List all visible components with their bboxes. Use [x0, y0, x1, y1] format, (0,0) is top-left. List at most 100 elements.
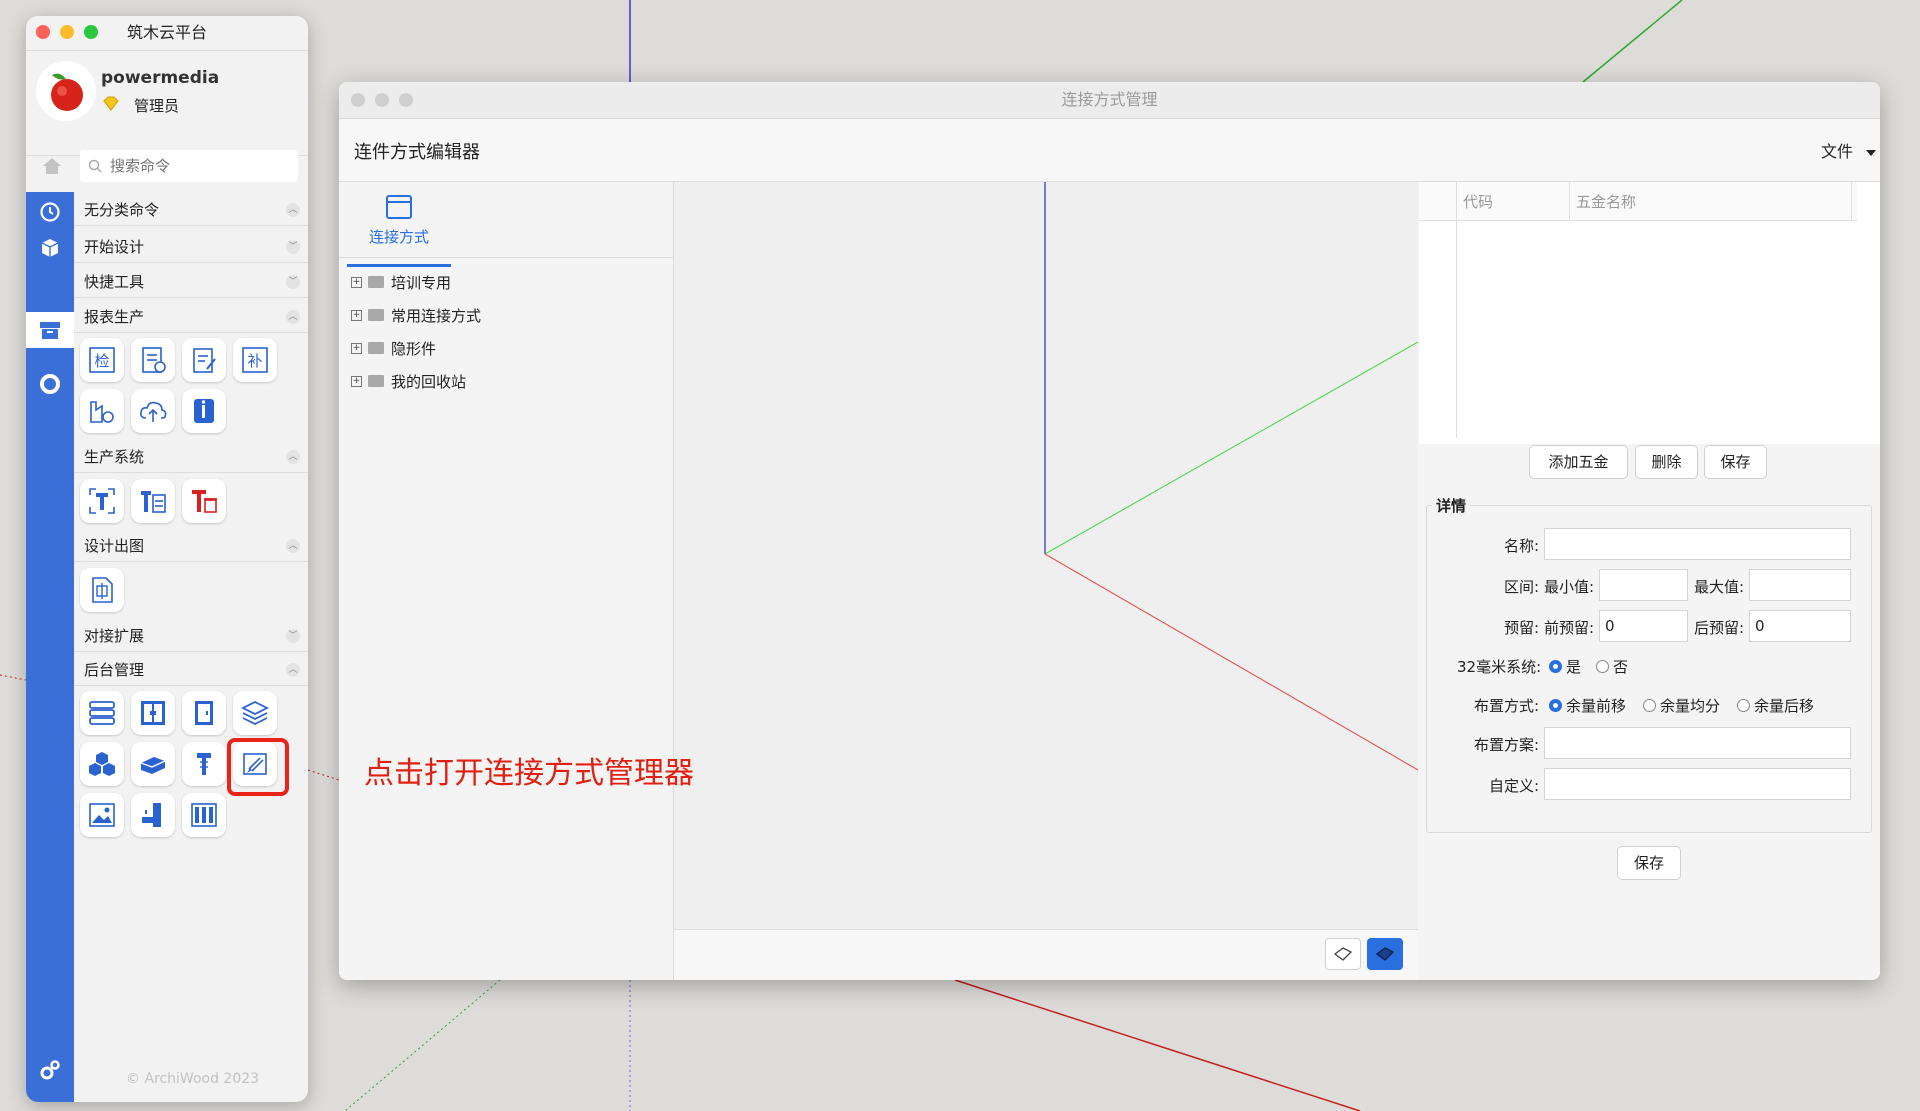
system32-yes-radio[interactable]: 是	[1549, 656, 1581, 677]
range-label: 区间:	[1504, 578, 1540, 596]
chevron-down-icon: ﹀	[286, 275, 300, 289]
section-quick-tools[interactable]: 快捷工具 ﹀	[74, 266, 308, 298]
chevron-down-icon: ﹀	[286, 629, 300, 643]
single-door-tool-button[interactable]	[182, 691, 226, 735]
avatar[interactable]	[36, 61, 96, 121]
section-start-design[interactable]: 开始设计 ﹀	[74, 231, 308, 263]
report-edit-tool-button[interactable]	[182, 338, 226, 382]
section-backend-admin[interactable]: 后台管理 ︿	[74, 654, 308, 686]
image-tool-button[interactable]	[80, 793, 124, 837]
bookshelf-tool-button[interactable]	[182, 793, 226, 837]
search-icon	[88, 159, 102, 173]
drawer-stack-tool-button[interactable]	[80, 691, 124, 735]
save-details-button[interactable]: 保存	[1617, 846, 1681, 880]
system32-label: 32毫米系统:	[1457, 658, 1542, 676]
expand-icon[interactable]: +	[351, 342, 362, 354]
viewport-axes	[1044, 182, 1419, 771]
layout-option-front-radio[interactable]: 余量前移	[1549, 695, 1626, 716]
caret-down-icon	[1866, 149, 1877, 156]
section-integration[interactable]: 对接扩展 ﹀	[74, 620, 308, 652]
expand-icon[interactable]: +	[351, 276, 362, 288]
folder-icon	[368, 276, 384, 288]
back-reserve-label: 后预留:	[1694, 619, 1745, 637]
file-menu[interactable]: 文件	[1821, 138, 1877, 162]
back-reserve-input[interactable]: 0	[1749, 610, 1851, 642]
cloud-upload-tool-button[interactable]	[131, 389, 175, 433]
layers-tool-button[interactable]	[233, 691, 277, 735]
name-input[interactable]	[1544, 528, 1851, 560]
expand-icon[interactable]: +	[351, 309, 362, 321]
search-box[interactable]	[80, 150, 298, 182]
apple-icon	[51, 73, 83, 111]
front-reserve-label: 前预留:	[1544, 619, 1595, 637]
tree-item[interactable]: + 培训专用	[351, 270, 451, 294]
save-hardware-button[interactable]: 保存	[1704, 445, 1767, 479]
settings-gears-icon[interactable]	[26, 1052, 74, 1088]
screw-delete-tool-button[interactable]	[182, 479, 226, 523]
layout-label: 布置方式:	[1474, 697, 1540, 715]
expand-icon[interactable]: +	[351, 375, 362, 387]
layout-option-back-radio[interactable]: 余量后移	[1737, 695, 1814, 716]
column-header-code[interactable]: 代码	[1463, 191, 1493, 212]
rail-item-reports-active[interactable]	[26, 312, 74, 348]
min-input[interactable]	[1599, 569, 1688, 601]
hardware-table: 代码 五金名称	[1419, 182, 1880, 438]
wireframe-icon	[1333, 947, 1353, 961]
max-label: 最大值:	[1694, 578, 1745, 596]
section-uncategorized[interactable]: 无分类命令 ︿	[74, 194, 308, 226]
window-icon	[386, 195, 412, 219]
screw-scan-tool-button[interactable]	[80, 479, 124, 523]
check-tool-button[interactable]: 检	[80, 338, 124, 382]
double-door-tool-button[interactable]	[131, 691, 175, 735]
panel-joint-tool-button[interactable]	[131, 793, 175, 837]
tree-item[interactable]: + 隐形件	[351, 336, 436, 360]
radio-unselected-icon	[1737, 699, 1750, 712]
tab-connection-method[interactable]: 连接方式	[347, 190, 451, 267]
section-design-drawing[interactable]: 设计出图 ︿	[74, 530, 308, 562]
search-input[interactable]	[108, 154, 292, 178]
layout-option-even-radio[interactable]: 余量均分	[1643, 695, 1720, 716]
folder-icon	[368, 342, 384, 354]
tree-item[interactable]: + 常用连接方式	[351, 303, 481, 327]
window-title: 连接方式管理	[1061, 90, 1158, 109]
cabinet-info-tool-button[interactable]	[182, 389, 226, 433]
edge-band-tool-button[interactable]	[131, 742, 175, 786]
section-production-system[interactable]: 生产系统 ︿	[74, 441, 308, 473]
screw-tool-button[interactable]	[182, 742, 226, 786]
supplement-tool-button[interactable]: 补	[233, 338, 277, 382]
tree-item[interactable]: + 我的回收站	[351, 369, 466, 393]
cube-icon[interactable]	[26, 230, 74, 266]
palette-title: 筑木云平台	[126, 23, 207, 42]
system32-no-radio[interactable]: 否	[1596, 656, 1628, 677]
radio-selected-icon	[1549, 699, 1562, 712]
min-label: 最小值:	[1544, 578, 1595, 596]
shaded-view-button[interactable]	[1367, 938, 1403, 970]
custom-input[interactable]	[1544, 768, 1851, 800]
viewport[interactable]	[674, 182, 1419, 929]
category-rail	[26, 192, 74, 1102]
add-hardware-button[interactable]: 添加五金	[1529, 445, 1628, 479]
annotation-text: 点击打开连接方式管理器	[364, 756, 694, 791]
palette-footer: © ArchiWood 2023	[126, 1071, 260, 1087]
column-header-hardware-name[interactable]: 五金名称	[1576, 191, 1636, 212]
radio-unselected-icon	[1643, 699, 1656, 712]
drawing-export-tool-button[interactable]	[80, 568, 124, 612]
report-list-tool-button[interactable]	[131, 338, 175, 382]
highlight-box	[227, 738, 289, 796]
front-reserve-input[interactable]: 0	[1599, 610, 1688, 642]
screw-list-tool-button[interactable]	[131, 479, 175, 523]
scheme-input[interactable]	[1544, 727, 1851, 759]
user-name: powermedia	[101, 68, 220, 88]
section-report-production[interactable]: 报表生产 ︿	[74, 301, 308, 333]
home-icon[interactable]	[34, 149, 70, 183]
tree-pane	[339, 182, 674, 980]
factory-settings-tool-button[interactable]	[80, 389, 124, 433]
command-palette-window: 筑木云平台 powermedia 管理员 无分类命令︿ 开始设计﹀ 快捷工具﹀ …	[26, 16, 308, 1102]
max-input[interactable]	[1749, 569, 1851, 601]
cubes-tool-button[interactable]	[80, 742, 124, 786]
delete-button[interactable]: 删除	[1635, 445, 1698, 479]
ring-icon[interactable]	[26, 366, 74, 402]
history-icon[interactable]	[26, 194, 74, 230]
reserve-label: 预留:	[1504, 619, 1540, 637]
wireframe-view-button[interactable]	[1325, 938, 1361, 970]
